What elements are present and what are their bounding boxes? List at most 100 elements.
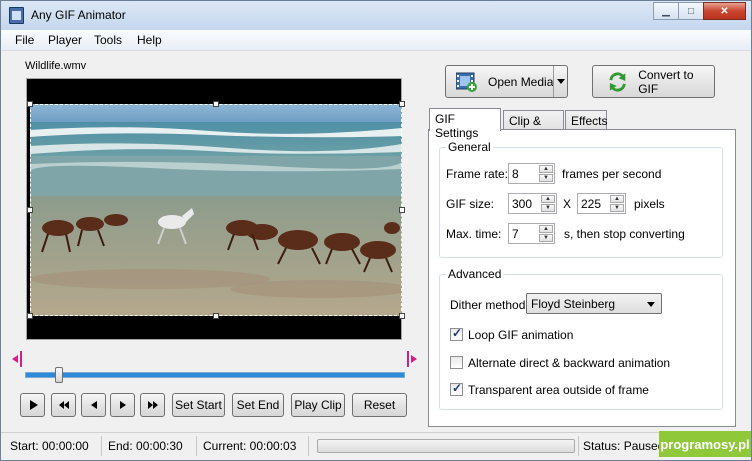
status-current: Current: 00:00:03	[203, 439, 297, 453]
frame-rate-value: 8	[512, 167, 519, 181]
advanced-title: Advanced	[446, 267, 504, 281]
menu-player[interactable]: Player	[48, 33, 82, 47]
open-media-button[interactable]: Open Media	[445, 65, 568, 98]
video-filename: Wildlife.wmv	[25, 60, 87, 72]
gif-height-spinner[interactable]: ▲ ▼	[610, 195, 624, 212]
convert-label: Convert to GIF	[638, 67, 694, 96]
clip-start-marker-icon[interactable]	[11, 351, 23, 367]
watermark-logo: programosy.pl	[659, 431, 751, 457]
transparent-area-label[interactable]: Transparent area outside of frame	[468, 383, 649, 397]
loop-gif-checkbox[interactable]: ✓	[450, 326, 463, 341]
gif-height-input[interactable]: 225 ▲ ▼	[577, 193, 626, 214]
video-preview[interactable]	[26, 78, 405, 340]
max-time-value: 7	[512, 227, 519, 241]
minimize-button[interactable]: ▁	[653, 2, 679, 20]
film-icon	[9, 7, 24, 24]
seek-bar[interactable]	[25, 372, 405, 378]
status-bar: Start: 00:00:00 End: 00:00:30 Current: 0…	[1, 432, 751, 460]
rewind-button[interactable]	[51, 393, 76, 417]
title-bar[interactable]: Any GIF Animator ▁ □ ✕	[1, 1, 751, 30]
fast-forward-icon	[147, 401, 158, 409]
alternate-animation-label[interactable]: Alternate direct & backward animation	[468, 356, 670, 370]
open-media-dropdown[interactable]	[553, 66, 567, 97]
size-separator: X	[563, 197, 572, 211]
transparent-area-checkbox[interactable]: ✓	[450, 381, 463, 396]
maximize-button[interactable]: □	[678, 2, 704, 20]
max-time-label: Max. time:	[446, 227, 502, 241]
clip-end-marker-icon[interactable]	[406, 351, 418, 367]
dither-method-select[interactable]: Floyd Steinberg	[526, 293, 662, 314]
step-forward-icon	[119, 401, 126, 409]
frame-rate-label: Frame rate:	[446, 167, 509, 181]
general-title: General	[446, 140, 493, 154]
status-start: Start: 00:00:00	[10, 439, 89, 453]
set-start-button[interactable]: Set Start	[172, 393, 225, 417]
status-divider	[308, 436, 309, 456]
crop-selection[interactable]	[27, 101, 405, 319]
fast-forward-button[interactable]	[140, 393, 165, 417]
menu-help[interactable]: Help	[137, 33, 162, 47]
spin-up-icon[interactable]: ▲	[539, 165, 553, 173]
max-time-input[interactable]: 7 ▲ ▼	[508, 223, 555, 244]
spin-up-icon[interactable]: ▲	[541, 195, 555, 203]
step-forward-button[interactable]	[110, 393, 135, 417]
gif-width-value: 300	[512, 197, 533, 211]
convert-to-gif-button[interactable]: Convert to GIF	[592, 65, 715, 98]
checkmark-icon: ✓	[452, 326, 463, 340]
seek-thumb[interactable]	[55, 367, 64, 383]
refresh-icon	[609, 71, 626, 92]
tab-gif-settings[interactable]: GIF Settings	[429, 108, 501, 140]
crop-handle-top-right[interactable]	[399, 101, 405, 107]
dither-method-value: Floyd Steinberg	[531, 297, 616, 311]
status-divider	[101, 436, 102, 456]
max-time-spinner[interactable]: ▲ ▼	[539, 225, 553, 242]
crop-handle-right[interactable]	[399, 207, 405, 213]
menu-tools[interactable]: Tools	[94, 33, 122, 47]
menu-file[interactable]: File	[15, 33, 34, 47]
status-divider	[578, 436, 579, 456]
gif-settings-panel: General Frame rate: 8 ▲ ▼ frames per seco…	[428, 129, 736, 427]
gif-height-value: 225	[581, 197, 602, 211]
spin-down-icon[interactable]: ▼	[541, 204, 555, 212]
chevron-down-icon	[647, 302, 655, 307]
status-end: End: 00:00:30	[108, 439, 183, 453]
gif-size-label: GIF size:	[446, 197, 495, 211]
spin-up-icon[interactable]: ▲	[539, 225, 553, 233]
gif-width-spinner[interactable]: ▲ ▼	[541, 195, 555, 212]
status-state: Status: Paused	[583, 439, 665, 453]
crop-handle-bottom-left[interactable]	[27, 313, 33, 319]
checkmark-icon: ✓	[452, 381, 463, 395]
window-title: Any GIF Animator	[31, 8, 126, 22]
tab-effects[interactable]: Effects	[565, 110, 607, 131]
step-back-icon	[90, 401, 97, 409]
spin-down-icon[interactable]: ▼	[539, 174, 553, 182]
frame-rate-spinner[interactable]: ▲ ▼	[539, 165, 553, 182]
crop-handle-top[interactable]	[213, 101, 219, 107]
play-button[interactable]	[20, 393, 45, 417]
chevron-down-icon	[557, 79, 565, 84]
max-time-unit: s, then stop converting	[564, 227, 685, 241]
crop-handle-bottom[interactable]	[213, 313, 219, 319]
minimize-icon: ▁	[662, 5, 670, 17]
set-end-button[interactable]: Set End	[232, 393, 284, 417]
spin-down-icon[interactable]: ▼	[539, 234, 553, 242]
maximize-icon: □	[687, 5, 695, 17]
spin-down-icon[interactable]: ▼	[610, 204, 624, 212]
spin-up-icon[interactable]: ▲	[610, 195, 624, 203]
open-media-label: Open Media	[488, 74, 554, 89]
menu-bar: File Player Tools Help	[1, 30, 751, 51]
gif-width-input[interactable]: 300 ▲ ▼	[508, 193, 557, 214]
crop-handle-bottom-right[interactable]	[399, 313, 405, 319]
tab-clip-crop[interactable]: Clip & Crop	[503, 110, 564, 142]
close-button[interactable]: ✕	[703, 2, 746, 20]
crop-handle-left[interactable]	[27, 207, 33, 213]
reset-button[interactable]: Reset	[352, 393, 407, 417]
crop-handle-top-left[interactable]	[27, 101, 33, 107]
alternate-animation-checkbox[interactable]	[450, 356, 463, 369]
loop-gif-label[interactable]: Loop GIF animation	[468, 328, 573, 342]
app-window: Any GIF Animator ▁ □ ✕ File Player Tools…	[0, 0, 752, 461]
play-icon	[29, 400, 38, 410]
frame-rate-input[interactable]: 8 ▲ ▼	[508, 163, 555, 184]
play-clip-button[interactable]: Play Clip	[291, 393, 345, 417]
step-back-button[interactable]	[81, 393, 106, 417]
